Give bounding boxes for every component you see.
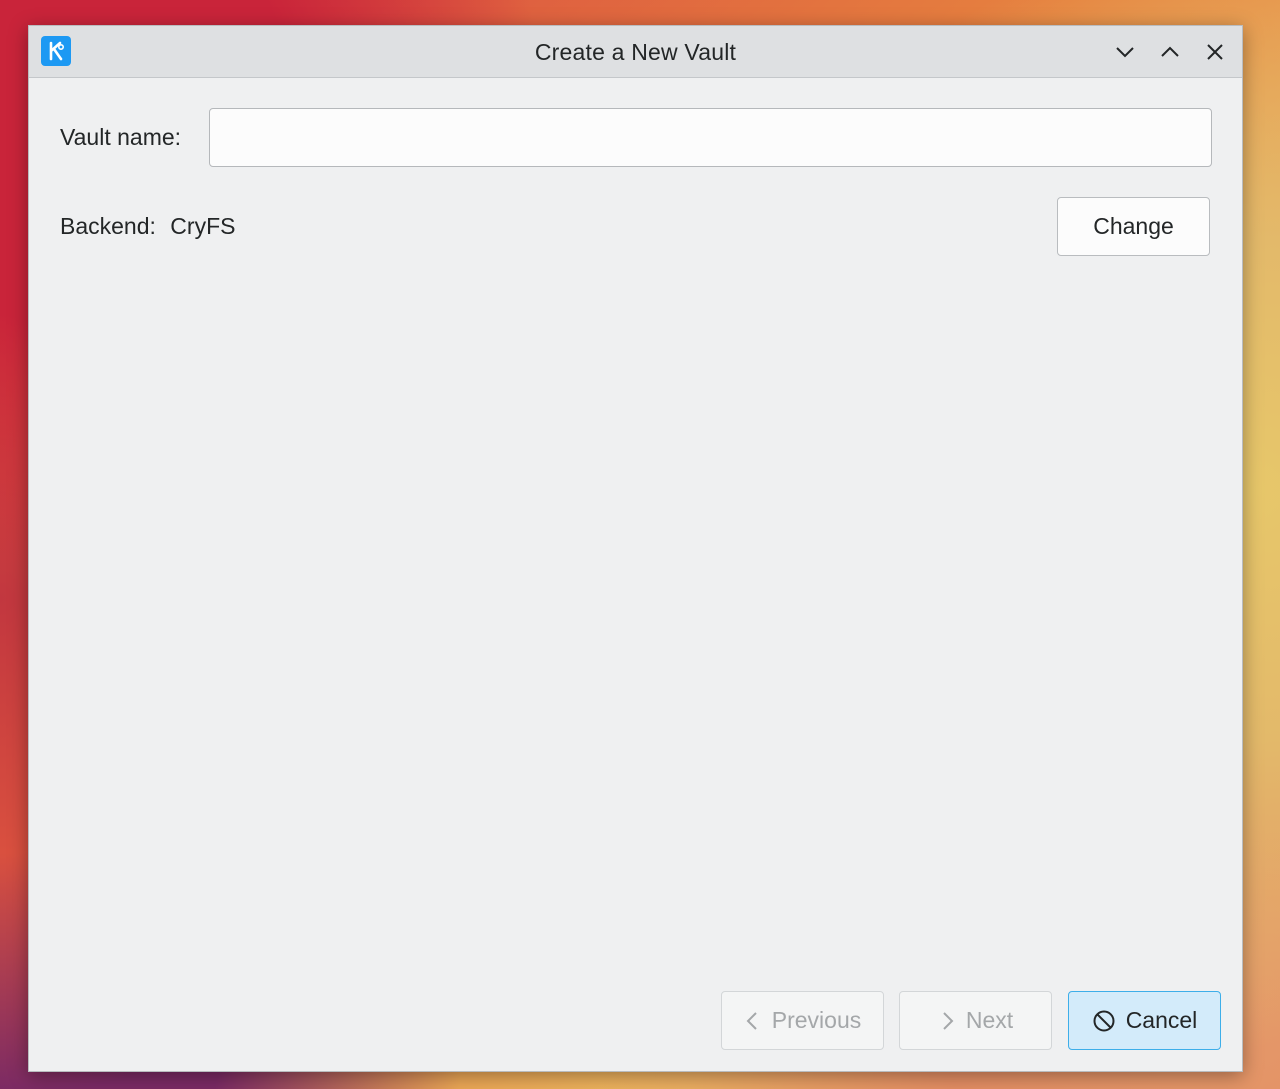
window-title: Create a New Vault [534, 39, 737, 65]
chevron-right-icon [938, 1010, 956, 1032]
previous-button-label: Previous [771, 1007, 862, 1033]
backend-label: Backend: [60, 213, 156, 239]
cancel-button-label: Cancel [1125, 1007, 1198, 1033]
close-button[interactable] [1201, 38, 1229, 66]
backend-row: Backend: CryFS [60, 213, 235, 240]
backend-value: CryFS [170, 213, 236, 239]
next-button[interactable]: Next [899, 991, 1052, 1050]
change-backend-button[interactable]: Change [1057, 197, 1210, 256]
maximize-button[interactable] [1156, 38, 1184, 66]
close-icon [1207, 44, 1223, 60]
minimize-button[interactable] [1111, 38, 1139, 66]
next-button-label: Next [965, 1007, 1014, 1033]
cancel-icon [1092, 1009, 1116, 1033]
minimize-icon [1116, 47, 1134, 58]
title-bar[interactable]: Create a New Vault [29, 26, 1242, 78]
vault-name-input[interactable] [209, 108, 1212, 167]
create-vault-dialog: Create a New Vault Vault name: Backend: … [28, 25, 1243, 1072]
maximize-icon [1161, 46, 1179, 57]
vault-name-label: Vault name: [60, 124, 182, 150]
cancel-button[interactable]: Cancel [1068, 991, 1221, 1050]
previous-button[interactable]: Previous [721, 991, 884, 1050]
chevron-left-icon [744, 1010, 762, 1032]
change-button-label: Change [1093, 213, 1174, 239]
